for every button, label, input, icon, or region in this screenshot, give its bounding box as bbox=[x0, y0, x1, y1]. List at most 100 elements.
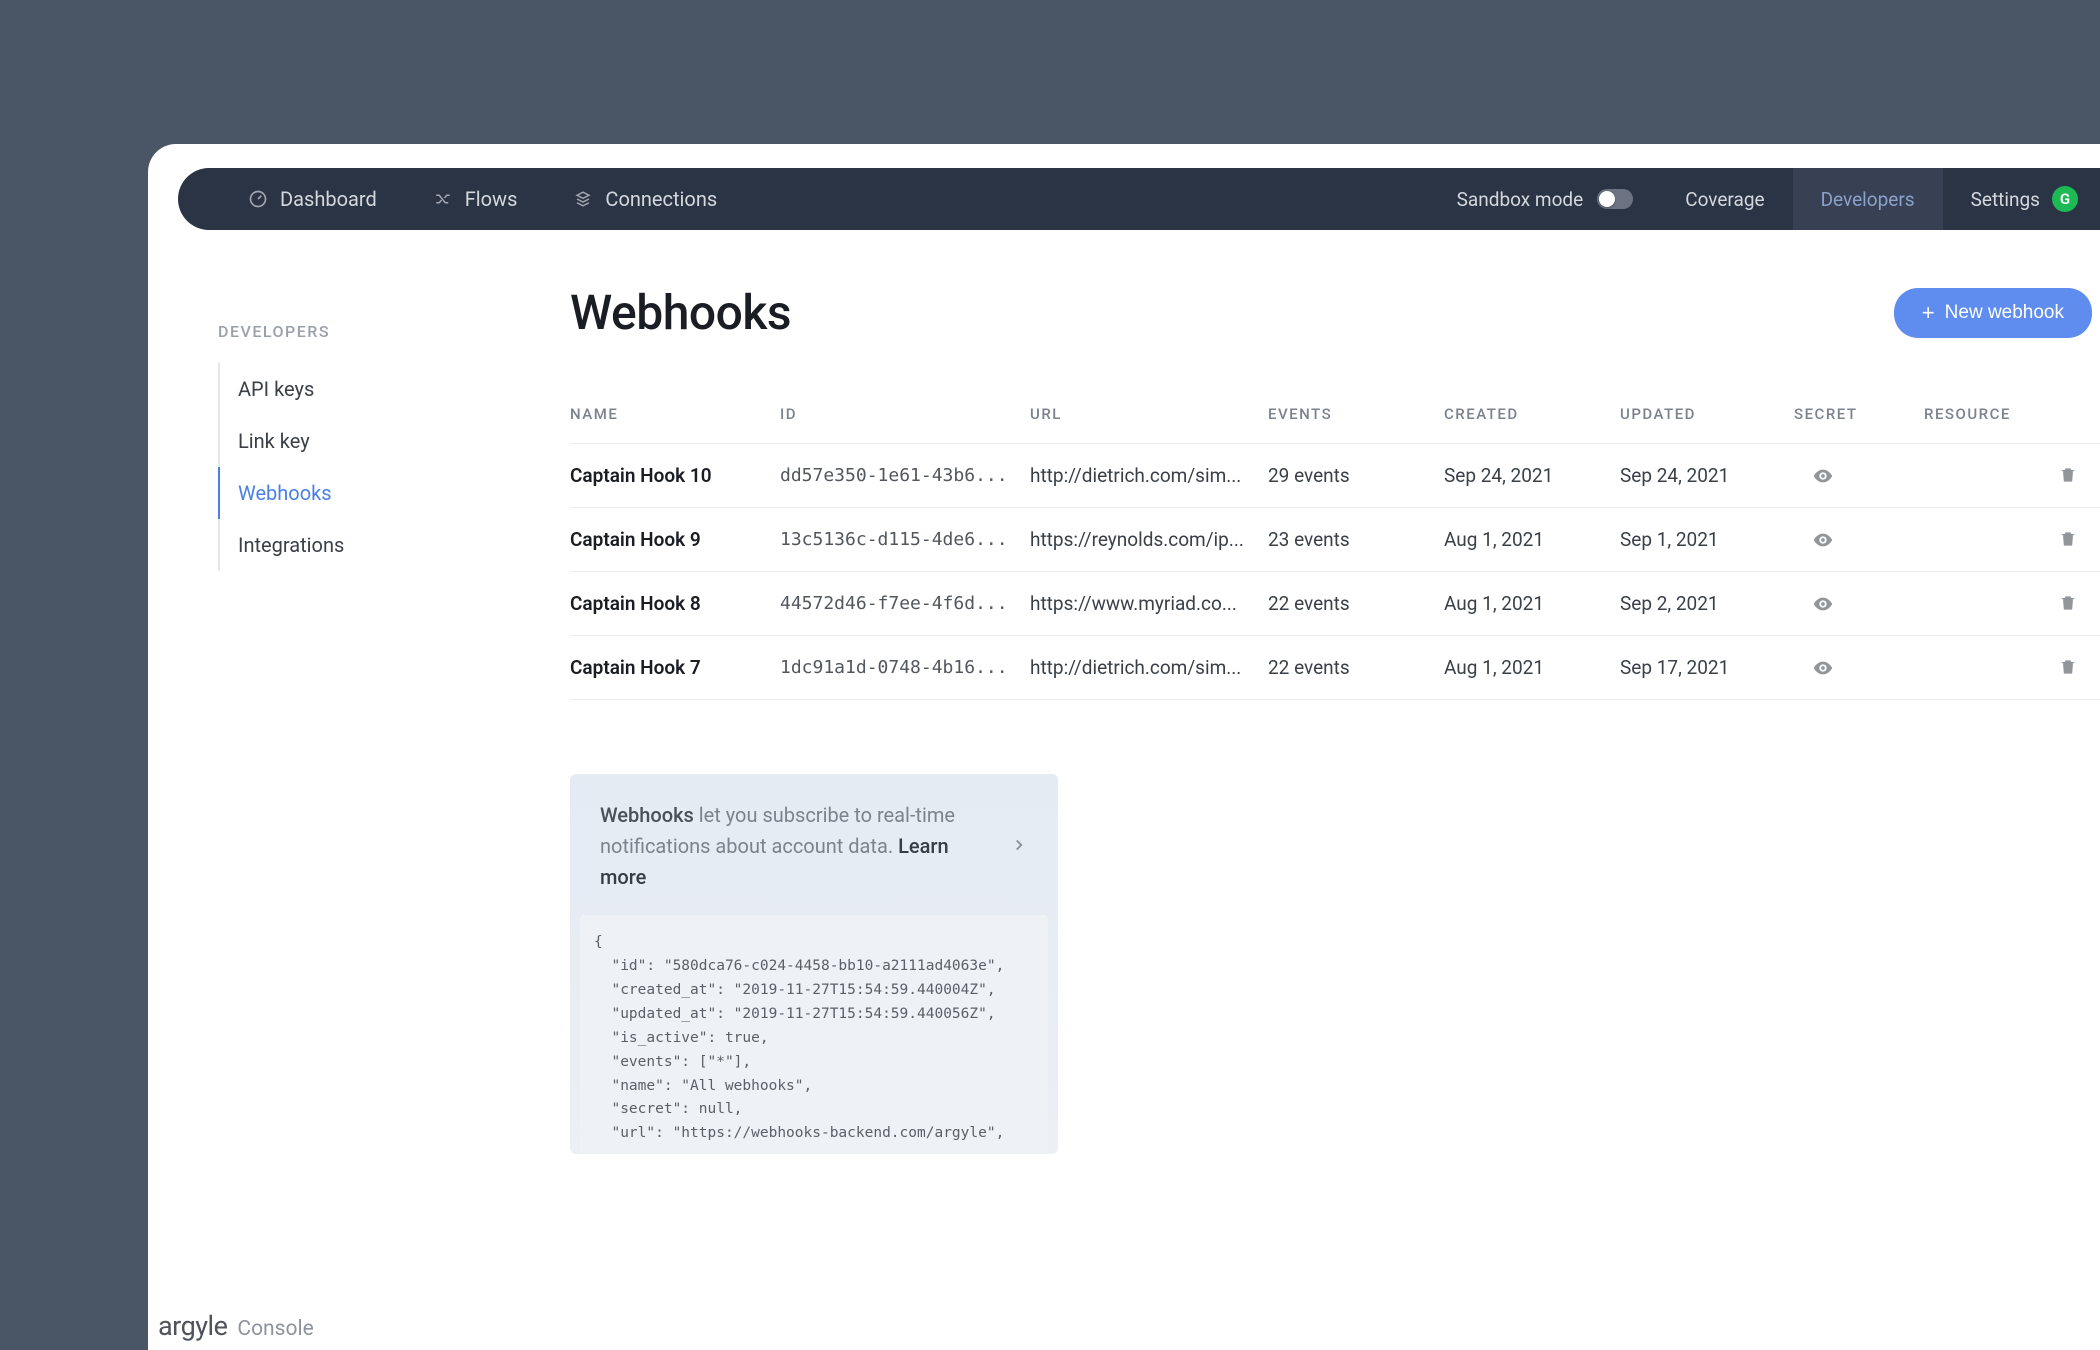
trash-icon[interactable] bbox=[2058, 593, 2080, 615]
new-webhook-button[interactable]: + New webhook bbox=[1894, 288, 2092, 338]
th-events: EVENTS bbox=[1268, 405, 1444, 423]
cell-secret bbox=[1794, 593, 1924, 615]
sidebar-list: API keys Link key Webhooks Integrations bbox=[218, 363, 498, 571]
info-text: Webhooks let you subscribe to real-time … bbox=[600, 800, 994, 893]
cell-name: Captain Hook 9 bbox=[570, 528, 780, 551]
cell-id: dd57e350-1e61-43b6... bbox=[780, 465, 1030, 486]
sidebar-item-webhooks[interactable]: Webhooks bbox=[218, 467, 498, 519]
sandbox-label: Sandbox mode bbox=[1457, 188, 1584, 211]
cell-created: Aug 1, 2021 bbox=[1444, 656, 1620, 679]
th-secret: SECRET bbox=[1794, 405, 1924, 423]
cell-resource bbox=[1924, 465, 2100, 487]
new-webhook-label: New webhook bbox=[1945, 302, 2064, 324]
nav-dashboard[interactable]: Dashboard bbox=[220, 168, 405, 230]
cell-events: 29 events bbox=[1268, 464, 1444, 487]
cell-events: 22 events bbox=[1268, 656, 1444, 679]
cell-updated: Sep 2, 2021 bbox=[1620, 592, 1794, 615]
nav-dashboard-label: Dashboard bbox=[280, 187, 377, 211]
footer: argyle Console bbox=[158, 1310, 314, 1342]
table-row[interactable]: Captain Hook 71dc91a1d-0748-4b16...http:… bbox=[570, 635, 2100, 700]
nav-flows[interactable]: Flows bbox=[405, 168, 546, 230]
table-row[interactable]: Captain Hook 844572d46-f7ee-4f6d...https… bbox=[570, 571, 2100, 635]
th-name: NAME bbox=[570, 405, 780, 423]
page-header: Webhooks + New webhook bbox=[570, 284, 2100, 341]
cell-resource bbox=[1924, 529, 2100, 551]
cell-updated: Sep 1, 2021 bbox=[1620, 528, 1794, 551]
cell-updated: Sep 17, 2021 bbox=[1620, 656, 1794, 679]
sidebar-title: DEVELOPERS bbox=[218, 322, 498, 341]
info-card-header: Webhooks let you subscribe to real-time … bbox=[570, 774, 1058, 915]
nav-coverage[interactable]: Coverage bbox=[1657, 168, 1792, 230]
info-card: Webhooks let you subscribe to real-time … bbox=[570, 774, 1058, 1154]
eye-icon[interactable] bbox=[1812, 529, 1834, 551]
th-url: URL bbox=[1030, 405, 1268, 423]
app-window: Dashboard Flows Connections Sandbox mode bbox=[148, 144, 2100, 1350]
th-created: CREATED bbox=[1444, 405, 1620, 423]
cell-events: 22 events bbox=[1268, 592, 1444, 615]
cell-resource bbox=[1924, 593, 2100, 615]
cell-updated: Sep 24, 2021 bbox=[1620, 464, 1794, 487]
sandbox-toggle[interactable] bbox=[1597, 189, 1633, 209]
table-row[interactable]: Captain Hook 913c5136c-d115-4de6...https… bbox=[570, 507, 2100, 571]
cell-created: Sep 24, 2021 bbox=[1444, 464, 1620, 487]
page-title: Webhooks bbox=[570, 284, 791, 341]
cell-resource bbox=[1924, 657, 2100, 679]
th-id: ID bbox=[780, 405, 1030, 423]
cell-id: 13c5136c-d115-4de6... bbox=[780, 529, 1030, 550]
sidebar: DEVELOPERS API keys Link key Webhooks In… bbox=[218, 322, 498, 571]
nav-developers-label: Developers bbox=[1821, 188, 1915, 211]
plus-icon: + bbox=[1922, 302, 1935, 324]
cell-url: https://www.myriad.co... bbox=[1030, 592, 1268, 615]
table-body: Captain Hook 10dd57e350-1e61-43b6...http… bbox=[570, 443, 2100, 700]
webhooks-table: NAME ID URL EVENTS CREATED UPDATED SECRE… bbox=[570, 405, 2100, 700]
eye-icon[interactable] bbox=[1812, 657, 1834, 679]
sandbox-mode: Sandbox mode bbox=[1433, 188, 1658, 211]
cell-id: 44572d46-f7ee-4f6d... bbox=[780, 593, 1030, 614]
th-resource: RESOURCE bbox=[1924, 405, 2100, 423]
avatar-initial: G bbox=[2060, 190, 2070, 208]
trash-icon[interactable] bbox=[2058, 465, 2080, 487]
footer-sub: Console bbox=[237, 1317, 313, 1341]
cell-url: https://reynolds.com/ip... bbox=[1030, 528, 1268, 551]
eye-icon[interactable] bbox=[1812, 593, 1834, 615]
cell-events: 23 events bbox=[1268, 528, 1444, 551]
table-row[interactable]: Captain Hook 10dd57e350-1e61-43b6...http… bbox=[570, 443, 2100, 507]
cell-secret bbox=[1794, 465, 1924, 487]
cell-created: Aug 1, 2021 bbox=[1444, 528, 1620, 551]
nav-connections-label: Connections bbox=[605, 187, 717, 211]
gauge-icon bbox=[248, 189, 268, 209]
nav-flows-label: Flows bbox=[465, 187, 518, 211]
cell-name: Captain Hook 7 bbox=[570, 656, 780, 679]
nav-settings[interactable]: Settings G bbox=[1943, 168, 2100, 230]
sidebar-item-link-key[interactable]: Link key bbox=[218, 415, 498, 467]
cell-url: http://dietrich.com/sim... bbox=[1030, 464, 1268, 487]
sidebar-item-api-keys[interactable]: API keys bbox=[218, 363, 498, 415]
cell-name: Captain Hook 8 bbox=[570, 592, 780, 615]
nav-connections[interactable]: Connections bbox=[545, 168, 745, 230]
footer-brand: argyle bbox=[158, 1310, 227, 1342]
trash-icon[interactable] bbox=[2058, 529, 2080, 551]
code-sample: { "id": "580dca76-c024-4458-bb10-a2111ad… bbox=[580, 915, 1048, 1154]
th-updated: UPDATED bbox=[1620, 405, 1794, 423]
avatar[interactable]: G bbox=[2052, 186, 2078, 212]
nav-settings-label: Settings bbox=[1971, 188, 2040, 211]
trash-icon[interactable] bbox=[2058, 657, 2080, 679]
nav-developers[interactable]: Developers bbox=[1793, 168, 1943, 230]
cell-created: Aug 1, 2021 bbox=[1444, 592, 1620, 615]
info-lead: Webhooks bbox=[600, 803, 694, 827]
cell-url: http://dietrich.com/sim... bbox=[1030, 656, 1268, 679]
sidebar-item-integrations[interactable]: Integrations bbox=[218, 519, 498, 571]
cell-name: Captain Hook 10 bbox=[570, 464, 780, 487]
cell-id: 1dc91a1d-0748-4b16... bbox=[780, 657, 1030, 678]
shuffle-icon bbox=[433, 189, 453, 209]
eye-icon[interactable] bbox=[1812, 465, 1834, 487]
cell-secret bbox=[1794, 657, 1924, 679]
topbar: Dashboard Flows Connections Sandbox mode bbox=[178, 168, 2100, 230]
cell-secret bbox=[1794, 529, 1924, 551]
topbar-right: Sandbox mode Coverage Developers Setting… bbox=[1433, 168, 2100, 230]
chevron-right-icon[interactable] bbox=[1010, 835, 1028, 859]
nav-coverage-label: Coverage bbox=[1685, 188, 1764, 211]
topbar-left: Dashboard Flows Connections bbox=[178, 168, 745, 230]
stack-icon bbox=[573, 189, 593, 209]
table-header: NAME ID URL EVENTS CREATED UPDATED SECRE… bbox=[570, 405, 2100, 443]
